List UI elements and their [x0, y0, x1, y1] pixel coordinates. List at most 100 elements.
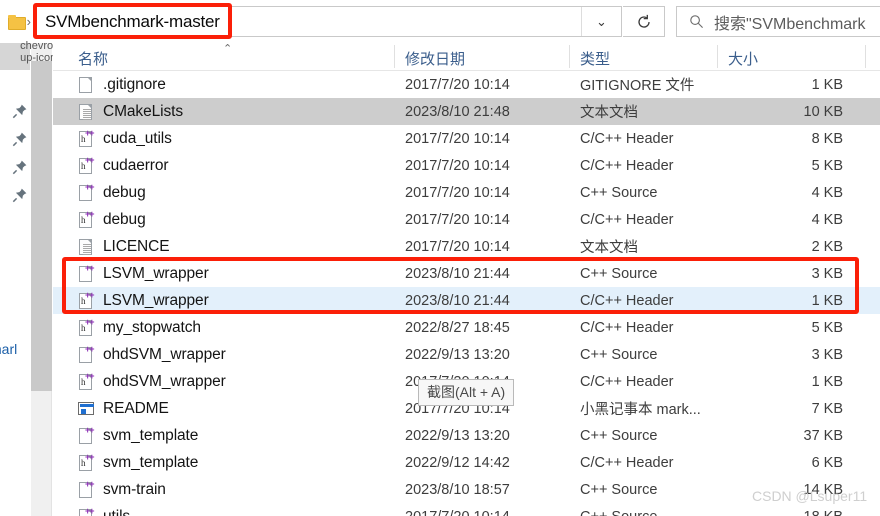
file-name-cell[interactable]: h ++ ohdSVM_wrapper	[78, 368, 226, 395]
file-type-cell: C/C++ Header	[580, 454, 674, 471]
cpp-header-icon: h ++	[78, 371, 94, 391]
file-size-cell: 5 KB	[811, 157, 843, 174]
file-name-cell[interactable]: h ++ cuda_utils	[78, 125, 172, 152]
cpp-header-icon: h ++	[78, 290, 94, 310]
file-name-cell[interactable]: ++ LSVM_wrapper	[78, 260, 209, 287]
file-name-cell[interactable]: .gitignore	[78, 71, 166, 98]
file-name-label: svm_template	[103, 453, 199, 471]
table-row[interactable]: h ++ svm_template 2022/9/12 14:42 C/C++ Head…	[53, 449, 880, 476]
pin-icon	[12, 159, 28, 175]
search-box[interactable]: 搜索"SVMbenchmark	[676, 6, 880, 37]
file-name-label: .gitignore	[103, 75, 166, 93]
file-type-cell: 小黑记事本 mark...	[580, 402, 701, 418]
table-row[interactable]: ++ svm_template 2022/9/13 13:20 C++ Source 3…	[53, 422, 880, 449]
file-date-cell: 2022/9/13 13:20	[405, 346, 510, 363]
cpp-header-icon: h ++	[78, 128, 94, 148]
column-header-name[interactable]: 名称	[78, 48, 108, 69]
scroll-up-button[interactable]: chevron-up-icon	[20, 40, 63, 64]
table-row[interactable]: h ++ cuda_utils 2017/7/20 10:14 C/C++ Header…	[53, 125, 880, 152]
address-bar[interactable]: SVMbenchmark-master ⌄	[36, 6, 622, 37]
table-row[interactable]: CMakeLists 2023/8/10 21:48 文本文档 10 KB	[53, 98, 880, 125]
navigation-pane: marl	[0, 43, 30, 516]
breadcrumb[interactable]: ›	[0, 0, 33, 43]
file-name-cell[interactable]: h ++ LSVM_wrapper	[78, 287, 209, 314]
nav-item-pinned-1[interactable]	[0, 98, 30, 125]
file-explorer-window: › SVMbenchmark-master ⌄ 搜索"SVMbenchmark	[0, 0, 880, 516]
file-name-label: ohdSVM_wrapper	[103, 372, 226, 390]
file-type-cell: 文本文档	[580, 240, 638, 256]
file-name-cell[interactable]: README	[78, 395, 169, 422]
table-row[interactable]: ++ utils 2017/7/20 10:14 C++ Source 18 KB	[53, 503, 880, 516]
column-divider-4[interactable]	[865, 45, 866, 68]
table-row[interactable]: h ++ debug 2017/7/20 10:14 C/C++ Header 4 KB	[53, 206, 880, 233]
file-type-cell: C++ Source	[580, 265, 658, 282]
table-row[interactable]: ++ debug 2017/7/20 10:14 C++ Source 4 KB	[53, 179, 880, 206]
file-name-cell[interactable]: LICENCE	[78, 233, 170, 260]
file-name-cell[interactable]: h ++ my_stopwatch	[78, 314, 201, 341]
file-name-cell[interactable]: h ++ debug	[78, 206, 146, 233]
cpp-source-icon: ++	[78, 263, 94, 283]
table-row[interactable]: h ++ cudaerror 2017/7/20 10:14 C/C++ Header 5…	[53, 152, 880, 179]
column-divider-2[interactable]	[569, 45, 570, 68]
column-divider-3[interactable]	[717, 45, 718, 68]
file-type-cell: C++ Source	[580, 346, 658, 363]
file-date-cell: 2017/7/20 10:14	[405, 503, 510, 516]
scrollbar-thumb[interactable]	[31, 61, 52, 391]
file-name-label: README	[103, 399, 169, 417]
file-size-cell: 1 KB	[811, 292, 843, 309]
refresh-button[interactable]	[623, 6, 665, 37]
file-name-label: my_stopwatch	[103, 318, 201, 336]
refresh-icon	[637, 14, 650, 28]
file-date-cell: 2022/8/27 18:45	[405, 319, 510, 336]
table-row[interactable]: h ++ LSVM_wrapper 2023/8/10 21:44 C/C++ Head…	[53, 287, 880, 314]
pin-icon	[12, 131, 28, 147]
pin-icon	[12, 187, 28, 203]
file-name-cell[interactable]: h ++ cudaerror	[78, 152, 169, 179]
file-name-label: LSVM_wrapper	[103, 264, 209, 282]
file-type-cell: C/C++ Header	[580, 292, 674, 309]
file-size-cell: 4 KB	[811, 184, 843, 201]
column-header-type[interactable]: 类型	[580, 48, 610, 69]
file-name-cell[interactable]: ++ svm-train	[78, 476, 166, 503]
cpp-source-icon: ++	[78, 425, 94, 445]
nav-item-pinned-2[interactable]	[0, 126, 30, 153]
table-row[interactable]: ++ LSVM_wrapper 2023/8/10 21:44 C++ Source 3…	[53, 260, 880, 287]
breadcrumb-separator-icon[interactable]: ›	[27, 15, 31, 28]
chevron-down-icon[interactable]: ⌄	[581, 7, 621, 36]
file-size-cell: 18 KB	[693, 503, 844, 516]
file-date-cell: 2017/7/20 10:14	[405, 130, 510, 147]
navigation-scrollbar[interactable]: chevron-up-icon	[20, 40, 63, 516]
table-row[interactable]: LICENCE 2017/7/20 10:14 文本文档 2 KB	[53, 233, 880, 260]
file-type-cell: C++ Source	[580, 427, 658, 444]
table-row[interactable]: h ++ my_stopwatch 2022/8/27 18:45 C/C++ Head…	[53, 314, 880, 341]
file-date-cell: 2023/8/10 21:48	[405, 103, 510, 120]
nav-item-pinned-3[interactable]	[0, 154, 30, 181]
file-date-cell: 2017/7/20 10:14	[405, 76, 510, 93]
table-row[interactable]: .gitignore 2017/7/20 10:14 GITIGNORE 文件 1 K…	[53, 71, 880, 98]
file-list-pane: ⌃ 名称 修改日期 类型 大小 .gitignore 2017/7/20 10:1…	[53, 43, 880, 516]
nav-tree-item-label[interactable]: marl	[0, 341, 17, 357]
address-input[interactable]: SVMbenchmark-master	[37, 12, 581, 32]
screenshot-tooltip: 截图(Alt + A)	[418, 379, 515, 406]
file-name-label: ohdSVM_wrapper	[103, 345, 226, 363]
file-name-cell[interactable]: ++ ohdSVM_wrapper	[78, 341, 226, 368]
file-type-cell: GITIGNORE 文件	[580, 78, 695, 94]
file-size-cell: 6 KB	[811, 454, 843, 471]
file-name-cell[interactable]: ++ svm_template	[78, 422, 198, 449]
column-header-date[interactable]: 修改日期	[405, 48, 465, 69]
file-name-cell[interactable]: ++ debug	[78, 179, 146, 206]
file-size-cell: 3 KB	[811, 346, 843, 363]
cpp-header-icon: h ++	[78, 209, 94, 229]
file-name-cell[interactable]: ++ utils	[78, 503, 130, 516]
nav-item-pinned-4[interactable]	[0, 182, 30, 209]
blank-file-icon	[78, 76, 94, 94]
column-header-size[interactable]: 大小	[728, 48, 758, 69]
table-row[interactable]: ++ ohdSVM_wrapper 2022/9/13 13:20 C++ Sourc…	[53, 341, 880, 368]
file-name-label: debug	[103, 210, 146, 228]
file-name-cell[interactable]: h ++ svm_template	[78, 449, 198, 476]
file-size-cell: 37 KB	[803, 427, 844, 444]
file-name-cell[interactable]: CMakeLists	[78, 98, 183, 125]
search-input[interactable]: 搜索"SVMbenchmark	[714, 10, 866, 34]
column-divider-1[interactable]	[394, 45, 395, 68]
file-date-cell: 2023/8/10 21:44	[405, 292, 510, 309]
